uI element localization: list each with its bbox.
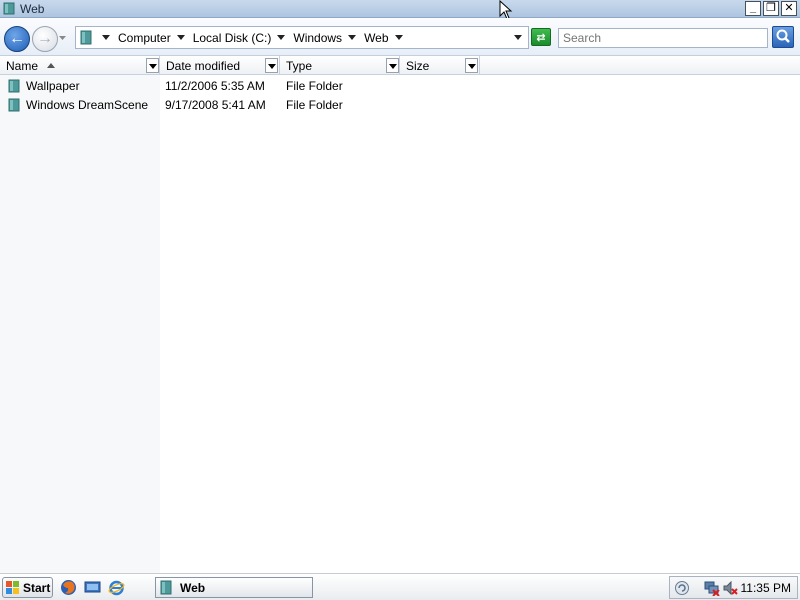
taskbar: Start Web 11:35 PM bbox=[0, 573, 800, 600]
folder-icon bbox=[160, 580, 172, 595]
back-arrow-icon: ← bbox=[9, 30, 25, 47]
restore-button[interactable]: ❐ bbox=[763, 1, 779, 16]
clock[interactable]: 11:35 PM bbox=[741, 581, 791, 595]
windows-logo-icon bbox=[6, 580, 19, 594]
forward-arrow-icon: → bbox=[37, 30, 53, 47]
back-button[interactable]: ← bbox=[4, 26, 30, 52]
breadcrumb-computer[interactable]: Computer bbox=[118, 31, 185, 45]
column-header-type[interactable]: Type bbox=[280, 56, 400, 75]
address-bar[interactable]: Computer Local Disk (C:) Windows Web bbox=[75, 26, 529, 49]
column-label: Type bbox=[286, 58, 313, 73]
volume-muted-icon[interactable] bbox=[722, 580, 738, 596]
chevron-down-icon[interactable] bbox=[348, 35, 357, 40]
task-label: Web bbox=[180, 580, 206, 595]
file-row-windows-dreamscene[interactable]: Windows DreamScene 9/17/2008 5:41 AM Fil… bbox=[0, 95, 800, 114]
firefox-icon[interactable] bbox=[60, 579, 77, 596]
chevron-down-icon[interactable] bbox=[102, 35, 110, 40]
start-label: Start bbox=[23, 580, 51, 595]
search-icon bbox=[776, 29, 790, 43]
forward-button[interactable]: → bbox=[32, 26, 58, 52]
refresh-button[interactable]: ⇄ bbox=[531, 28, 551, 46]
breadcrumb-label: Local Disk (C:) bbox=[192, 30, 272, 45]
folder-icon bbox=[8, 98, 20, 112]
title-bar[interactable]: Web _ ❐ ✕ bbox=[0, 0, 800, 18]
internet-explorer-icon[interactable] bbox=[108, 579, 125, 596]
type-filter-dropdown[interactable] bbox=[386, 58, 399, 73]
breadcrumb-local-disk[interactable]: Local Disk (C:) bbox=[193, 31, 286, 45]
breadcrumb-windows[interactable]: Windows bbox=[293, 30, 357, 45]
column-header-date-modified[interactable]: Date modified bbox=[160, 56, 280, 75]
file-type: File Folder bbox=[286, 97, 343, 112]
show-desktop-icon[interactable] bbox=[84, 579, 101, 596]
close-button[interactable]: ✕ bbox=[781, 1, 797, 16]
folder-icon bbox=[80, 30, 92, 45]
column-header-row: Name Date modified Type Size bbox=[0, 56, 800, 75]
column-label: Name bbox=[6, 58, 39, 73]
address-history-dropdown-icon[interactable] bbox=[514, 35, 522, 40]
search-input[interactable] bbox=[558, 28, 768, 48]
file-list[interactable]: Wallpaper 11/2/2006 5:35 AM File Folder … bbox=[0, 75, 800, 573]
size-filter-dropdown[interactable] bbox=[465, 58, 478, 73]
system-tray: 11:35 PM bbox=[669, 576, 798, 599]
search-button[interactable] bbox=[772, 26, 794, 48]
file-row-wallpaper[interactable]: Wallpaper 11/2/2006 5:35 AM File Folder bbox=[0, 76, 800, 95]
breadcrumb-web[interactable]: Web bbox=[364, 30, 403, 45]
folder-icon bbox=[8, 79, 20, 93]
mouse-cursor-icon bbox=[499, 0, 513, 20]
start-button[interactable]: Start bbox=[2, 577, 53, 598]
chevron-down-icon[interactable] bbox=[277, 35, 286, 40]
navigation-bar: ← → Computer Local Disk (C:) Windows Web bbox=[0, 18, 800, 56]
network-disconnected-icon[interactable] bbox=[704, 580, 720, 596]
column-label: Size bbox=[406, 58, 430, 73]
chevron-down-icon[interactable] bbox=[394, 35, 403, 40]
refresh-icon: ⇄ bbox=[536, 31, 546, 44]
breadcrumb-label: Computer bbox=[118, 30, 171, 45]
update-icon[interactable] bbox=[674, 580, 690, 596]
recent-pages-dropdown-icon[interactable] bbox=[58, 34, 67, 42]
sorted-column-highlight bbox=[0, 75, 160, 573]
taskbar-item-web[interactable]: Web bbox=[155, 577, 313, 598]
file-name: Wallpaper bbox=[26, 78, 80, 93]
folder-icon bbox=[3, 2, 15, 15]
date-filter-dropdown[interactable] bbox=[265, 58, 278, 73]
name-filter-dropdown[interactable] bbox=[146, 58, 159, 73]
file-date-modified: 9/17/2008 5:41 AM bbox=[165, 97, 266, 112]
column-header-name[interactable]: Name bbox=[0, 56, 160, 75]
window-title: Web bbox=[20, 1, 45, 16]
column-label: Date modified bbox=[166, 58, 241, 73]
file-date-modified: 11/2/2006 5:35 AM bbox=[165, 78, 265, 93]
breadcrumb-label: Web bbox=[364, 30, 389, 45]
file-name: Windows DreamScene bbox=[26, 97, 149, 112]
minimize-button[interactable]: _ bbox=[745, 1, 761, 16]
breadcrumb-label: Windows bbox=[293, 30, 343, 45]
file-type: File Folder bbox=[286, 78, 343, 93]
chevron-down-icon[interactable] bbox=[176, 35, 185, 40]
sort-ascending-icon bbox=[47, 63, 56, 68]
